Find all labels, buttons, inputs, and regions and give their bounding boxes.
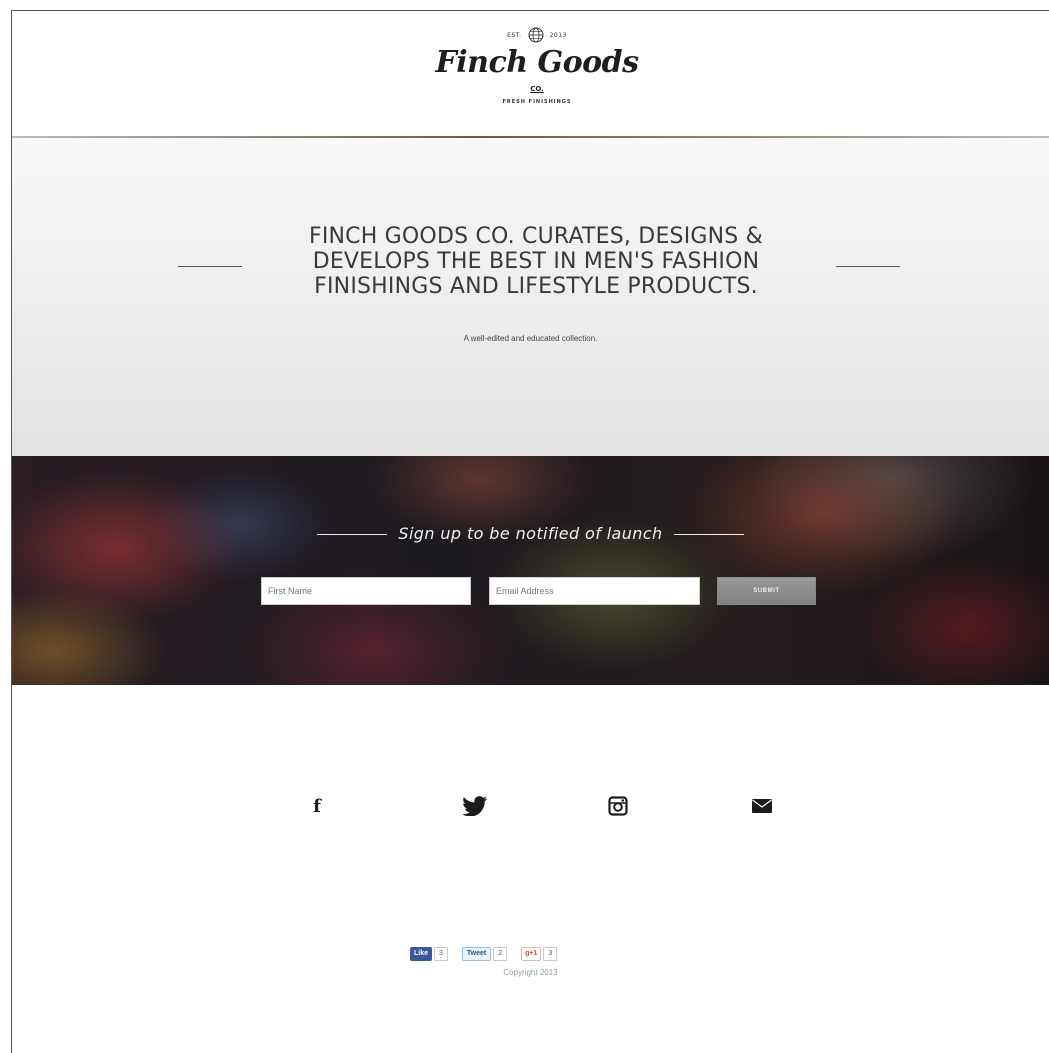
mail-icon [752,799,772,813]
signup-section: Sign up to be notified of launch SUBMIT [12,456,1049,685]
first-name-input[interactable] [261,577,471,605]
logo-tagline: FRESH FINISHINGS [502,99,572,105]
hero-subtitle: A well-edited and educated collection. [463,334,598,343]
facebook-like-count: 3 [434,947,448,961]
copyright-text: Copyright 2013 [503,968,558,977]
email-input[interactable] [489,577,700,605]
signup-heading: Sign up to be notified of launch [398,524,663,543]
gplus-count: 3 [543,947,558,961]
hero-left-rule [178,266,242,267]
globe-icon [528,27,544,43]
tweet-widget[interactable]: Tweet 2 [461,947,508,961]
page-frame: EST. 2013 Finch Goods CO. FRESH FINISHIN… [11,10,1049,1053]
logo-year-label: 2013 [549,31,567,39]
facebook-link[interactable]: f [297,792,337,820]
share-buttons: Like 3 Tweet 2 g+1 3 [410,947,558,961]
logo[interactable]: EST. 2013 Finch Goods CO. FRESH FINISHIN… [432,21,642,131]
signup-heading-row: Sign up to be notified of launch [12,524,1049,543]
twitter-icon [462,796,488,816]
tweet-count: 2 [493,947,508,961]
submit-button[interactable]: SUBMIT [717,577,816,605]
facebook-icon: f [313,795,321,817]
email-link[interactable] [742,792,782,820]
instagram-icon [608,796,628,816]
twitter-link[interactable] [455,792,495,820]
facebook-like-button[interactable]: Like [410,947,433,961]
signup-right-rule [674,534,745,535]
gplus-button[interactable]: g+1 [521,947,542,961]
hero-title: FINCH GOODS CO. CURATES, DESIGNS & DEVEL… [308,224,764,299]
logo-wordmark: Finch Goods [435,45,639,80]
logo-top-row: EST. 2013 [432,27,642,43]
instagram-link[interactable] [598,792,638,820]
hero-right-rule [836,266,900,267]
site-header: EST. 2013 Finch Goods CO. FRESH FINISHIN… [12,11,1049,137]
signup-left-rule [316,534,387,535]
logo-co-label: CO. [530,85,544,93]
logo-est-label: EST. [507,31,522,39]
hero-section: FINCH GOODS CO. CURATES, DESIGNS & DEVEL… [12,138,1049,456]
tweet-button[interactable]: Tweet [461,947,492,961]
facebook-like-widget[interactable]: Like 3 [410,947,448,961]
gplus-widget[interactable]: g+1 3 [521,947,558,961]
